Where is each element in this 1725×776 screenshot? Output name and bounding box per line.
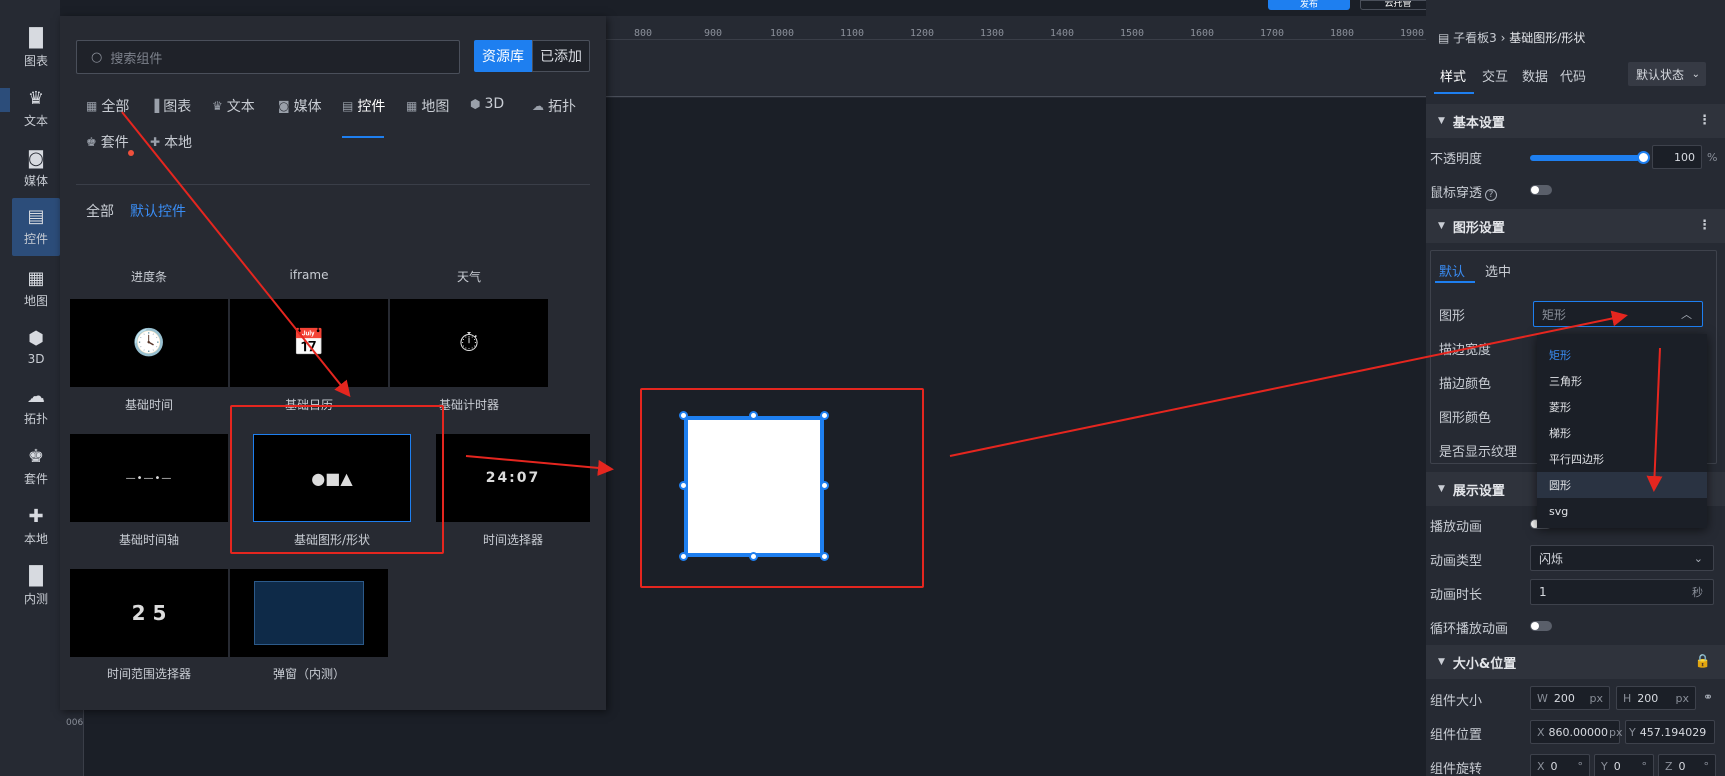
arrow-canvas-to-dropdown [949, 310, 1628, 457]
arrow-dropdown-to-svg [1646, 347, 1663, 492]
arrow-all-to-component [121, 111, 351, 398]
arrow-component-to-canvas [465, 455, 614, 476]
app-root: 发布 云托管 换盘 ▐▌图表 ♛文本 ◙媒体 ▤控件 ▦地图 ⬢3D ☁拓扑 ♚… [0, 0, 1725, 776]
annotation-arrows [121, 111, 1663, 492]
